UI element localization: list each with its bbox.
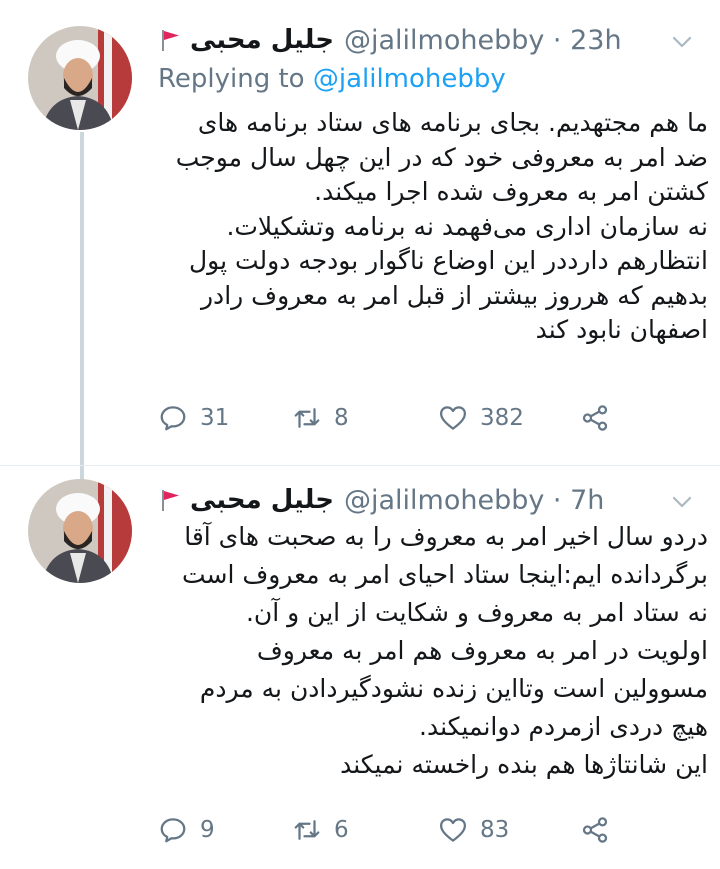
reply-button[interactable]: 9 — [158, 815, 215, 845]
tweet-text-line: نه ستاد امر به معروف و شکایت از این و آن… — [245, 598, 708, 627]
replying-mention-link[interactable]: @jalilmohebby — [313, 64, 506, 94]
reply-icon — [160, 406, 186, 431]
tweet-text-line: اصفهان نابود کند — [535, 315, 708, 344]
like-button[interactable]: 83 — [438, 815, 509, 845]
tweet-header: جلیل محبی @jalilmohebby · 7h — [158, 480, 700, 520]
share-icon — [582, 817, 608, 843]
avatar[interactable] — [28, 479, 132, 583]
chevron-down-icon[interactable] — [670, 30, 694, 54]
retweet-icon — [294, 408, 320, 428]
reply-count: 9 — [200, 817, 215, 843]
tweet-text-line: انتظارهم دارددر این اوضاع ناگوار بودجه د… — [189, 246, 708, 275]
tweet-text-line: دردو سال اخیر امر به معروف را به صحبت ها… — [184, 522, 708, 551]
replying-to: Replying to @jalilmohebby — [158, 64, 506, 94]
reply-button[interactable]: 31 — [158, 403, 229, 433]
tweet-text: ما هم مجتهدیم. بجای برنامه های ستاد برنا… — [150, 106, 708, 348]
tweet-header: جلیل محبی @jalilmohebby · 23h — [158, 20, 700, 60]
tweet-text-line: مسوولین است وتااین زنده نشودگیردادن به م… — [199, 674, 708, 703]
like-button[interactable]: 382 — [438, 403, 524, 433]
reply-count: 31 — [200, 405, 230, 431]
like-count: 83 — [480, 817, 510, 843]
tweet-actions: 9 6 83 — [158, 810, 700, 850]
share-button[interactable] — [580, 815, 610, 845]
avatar[interactable] — [28, 26, 132, 130]
tweet-text-line: ما هم مجتهدیم. بجای برنامه های ستاد برنا… — [197, 108, 708, 137]
share-icon — [582, 405, 608, 431]
handle-and-time[interactable]: @jalilmohebby · 23h — [344, 25, 622, 56]
handle-and-time[interactable]: @jalilmohebby · 7h — [344, 485, 604, 516]
red-flag-icon — [162, 30, 179, 51]
retweet-count: 6 — [334, 817, 349, 843]
retweet-icon — [294, 820, 320, 840]
tweet-text-line: این شانتاژها هم بنده راخسته نمیکند — [340, 750, 708, 779]
display-name[interactable]: جلیل محبی — [190, 485, 334, 515]
share-button[interactable] — [580, 403, 610, 433]
replying-prefix: Replying to — [158, 64, 313, 94]
red-flag-icon — [162, 490, 179, 511]
tweet-text-line: هیچ دردی ازمردم دوانمیکند. — [419, 712, 708, 741]
heart-icon — [440, 406, 466, 430]
tweet-actions: 31 8 382 — [158, 398, 700, 438]
tweet-text-line: اولویت در امر به معروف هم امر به معروف — [256, 636, 708, 665]
tweet-text-line: بدهیم که هرروز بیشتر از قبل امر به معروف… — [200, 280, 708, 310]
reply-icon — [160, 818, 186, 843]
display-name[interactable]: جلیل محبی — [190, 25, 334, 55]
retweet-button[interactable]: 8 — [292, 403, 349, 433]
retweet-count: 8 — [334, 405, 349, 431]
chevron-down-icon[interactable] — [670, 490, 694, 514]
like-count: 382 — [480, 405, 524, 431]
heart-icon — [440, 818, 466, 842]
tweet[interactable]: جلیل محبی @jalilmohebby · 7h دردو سال اخ… — [0, 465, 720, 869]
tweet-text-line: نه سازمان اداری می‌فهمد نه برنامه وتشکیل… — [226, 211, 708, 241]
tweet-text-line: برگردانده ایم:اینجا ستاد احیای امر به مع… — [181, 560, 708, 589]
retweet-button[interactable]: 6 — [292, 815, 349, 845]
tweet-text-line: ضد امر به معروفی خود که در این چهل سال م… — [175, 142, 708, 172]
tweet-text-line: کشتن امر به معروف شده اجرا میکند. — [314, 177, 708, 206]
tweet[interactable]: جلیل محبی @jalilmohebby · 23h Replying t… — [0, 0, 720, 465]
tweet-text: دردو سال اخیر امر به معروف را به صحبت ها… — [150, 518, 708, 784]
